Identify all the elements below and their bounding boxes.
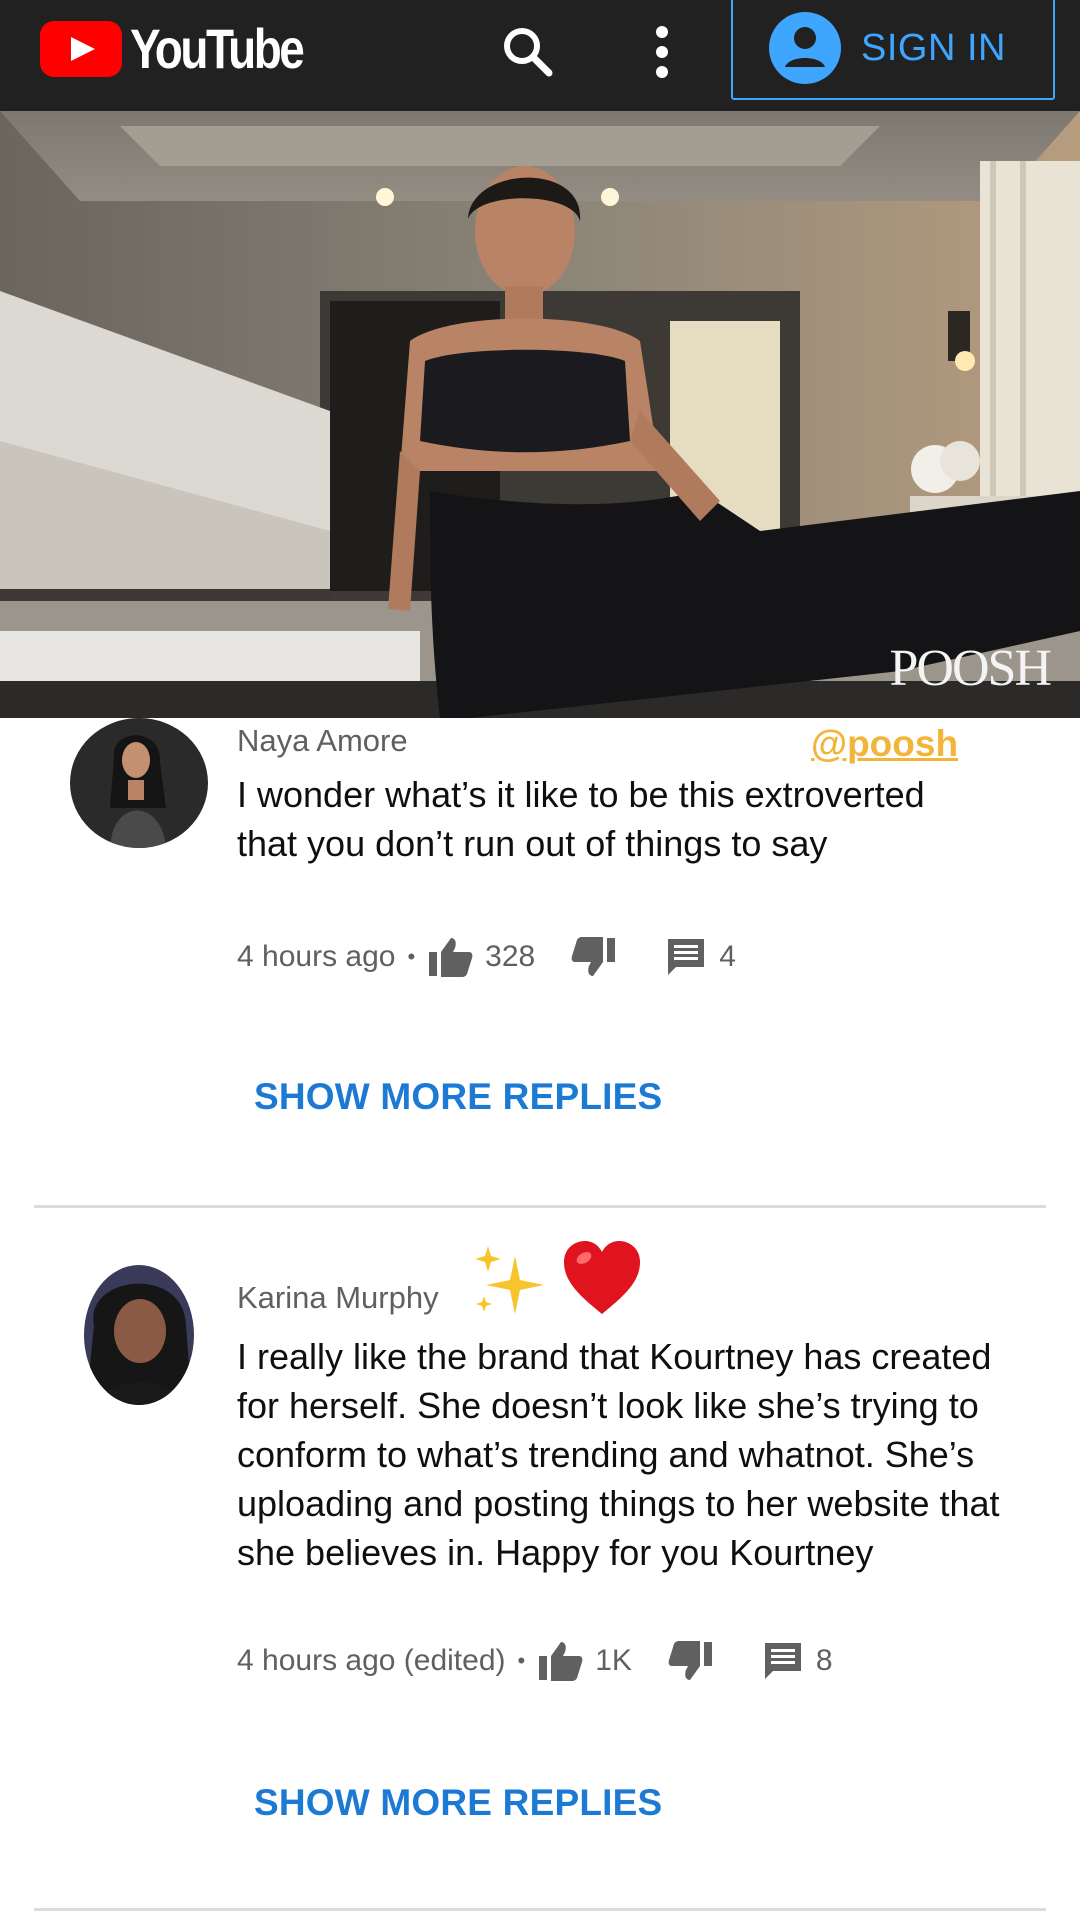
show-more-replies-button[interactable]: SHOW MORE REPLIES bbox=[254, 1782, 662, 1824]
reply-button[interactable] bbox=[665, 936, 707, 978]
avatar-photo bbox=[84, 1265, 194, 1405]
comment-toolbar: 4 hours ago (edited) • 1K 8 bbox=[237, 1640, 833, 1682]
avatar[interactable] bbox=[70, 718, 208, 848]
logo-text: YouTube bbox=[130, 17, 305, 80]
reply-button[interactable] bbox=[762, 1640, 804, 1682]
author-emoji bbox=[470, 1240, 650, 1336]
comment-text: I really like the brand that Kourtney ha… bbox=[237, 1336, 1000, 1573]
comment-text: I wonder what’s it like to be this extro… bbox=[237, 774, 925, 864]
sign-in-label: SIGN IN bbox=[861, 26, 1006, 69]
like-button[interactable] bbox=[537, 1640, 583, 1682]
show-more-replies-button[interactable]: SHOW MORE REPLIES bbox=[254, 1076, 662, 1118]
youtube-logo-icon bbox=[40, 20, 122, 77]
search-button[interactable] bbox=[496, 20, 560, 84]
sign-in-button[interactable]: SIGN IN bbox=[731, 0, 1055, 100]
like-count: 328 bbox=[485, 940, 536, 973]
avatar[interactable] bbox=[84, 1265, 194, 1405]
separator-dot: • bbox=[517, 1648, 526, 1673]
poosh-watermark: POOSH bbox=[889, 640, 1052, 697]
comment-toolbar: 4 hours ago • 328 4 bbox=[237, 936, 736, 978]
account-circle-icon bbox=[769, 12, 841, 84]
comment-author[interactable]: Karina Murphy bbox=[237, 1280, 439, 1316]
more-options-button[interactable] bbox=[640, 20, 684, 84]
reply-count: 8 bbox=[815, 1644, 833, 1677]
avatar-photo bbox=[70, 718, 208, 848]
comment-time: 4 hours ago bbox=[237, 940, 396, 973]
video-frame bbox=[0, 111, 1080, 718]
comment-author[interactable]: Naya Amore bbox=[237, 723, 408, 759]
separator-dot: • bbox=[407, 944, 416, 969]
youtube-logo[interactable]: YouTube bbox=[40, 16, 340, 81]
comment-thread: Naya Amore I wonder what’s it like to be… bbox=[0, 718, 1080, 1188]
video-player[interactable]: POOSH bbox=[0, 111, 1080, 718]
reply-count: 4 bbox=[719, 940, 736, 973]
comment-thread: Karina Murphy I really like the brand th… bbox=[0, 1240, 1080, 1900]
dislike-button[interactable] bbox=[571, 936, 617, 978]
comment-time: 4 hours ago (edited) bbox=[237, 1644, 506, 1677]
like-button[interactable] bbox=[427, 936, 473, 978]
search-icon bbox=[504, 28, 553, 77]
divider bbox=[34, 1205, 1046, 1208]
top-app-bar: YouTube SIGN IN bbox=[0, 0, 1080, 111]
dislike-button[interactable] bbox=[668, 1640, 714, 1682]
like-count: 1K bbox=[595, 1644, 632, 1677]
heart-icon bbox=[564, 1241, 640, 1314]
more-vert-icon bbox=[656, 26, 668, 78]
sparkles-icon bbox=[475, 1246, 544, 1314]
divider bbox=[34, 1908, 1046, 1911]
